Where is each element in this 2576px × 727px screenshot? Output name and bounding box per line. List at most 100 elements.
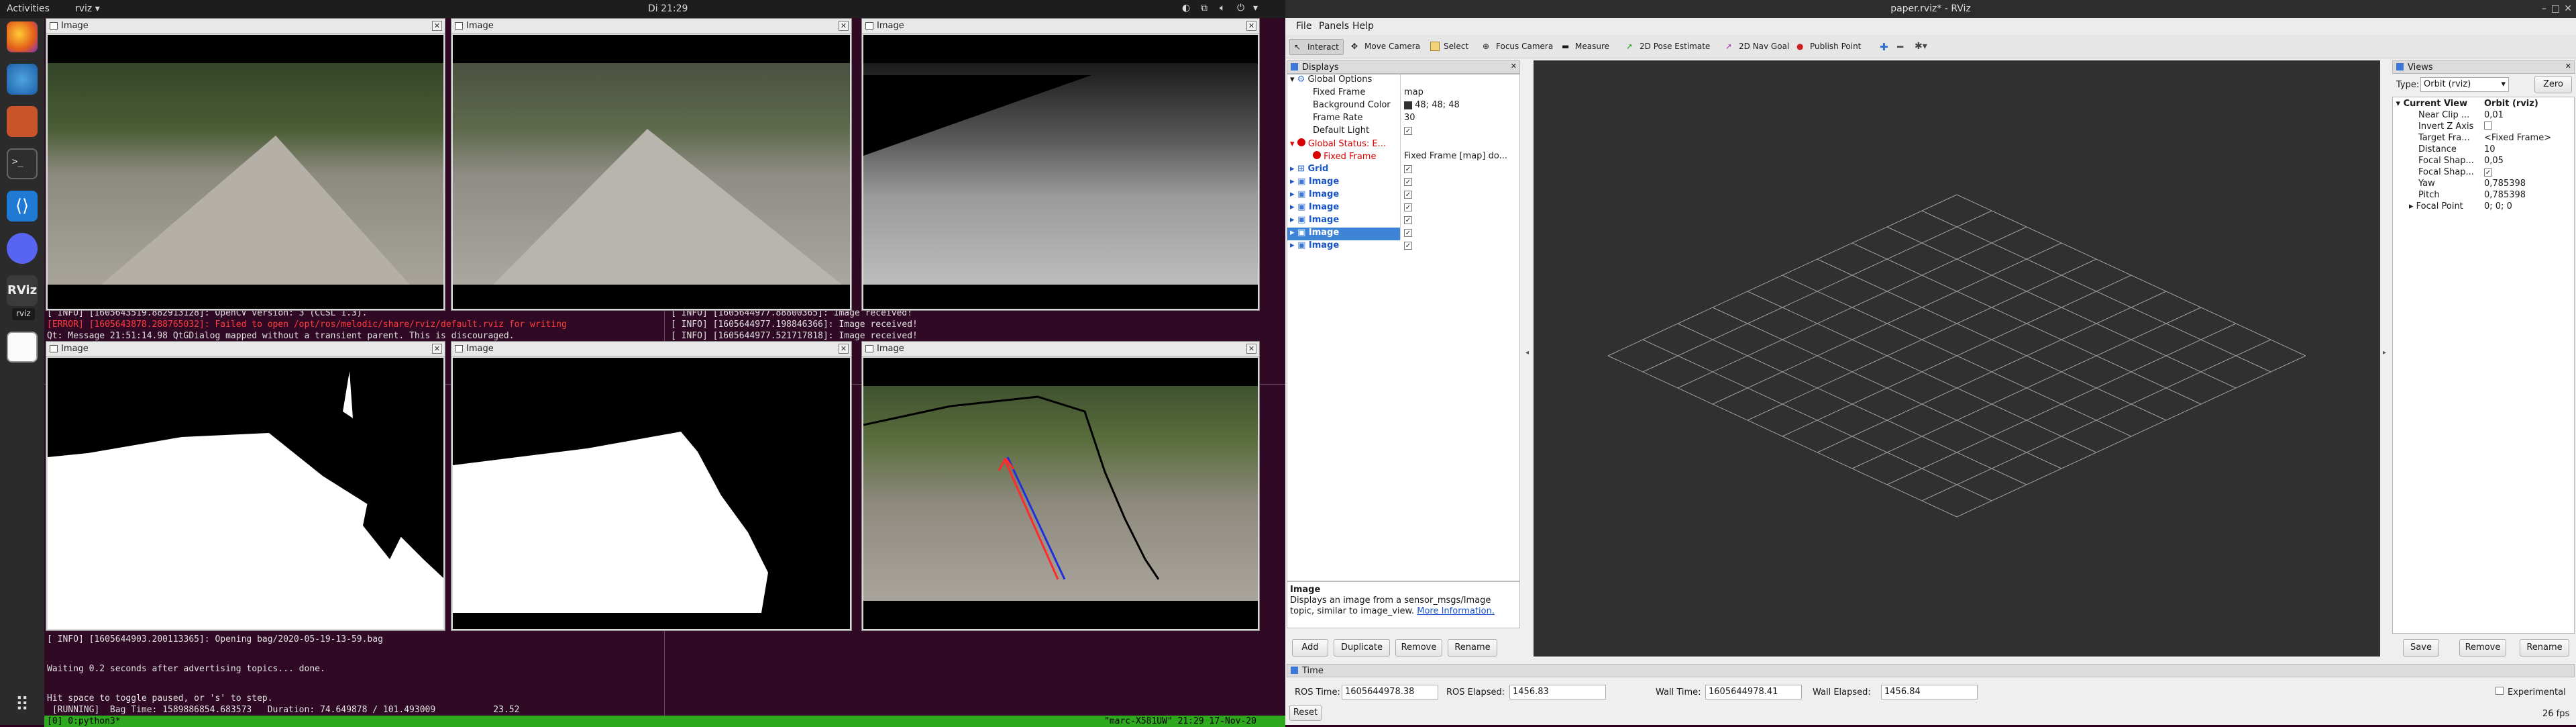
default-light-checkbox[interactable]: ✓ — [1404, 126, 1412, 138]
close-icon[interactable]: ✕ — [2564, 3, 2572, 14]
remove-view-button[interactable]: Remove — [2459, 639, 2506, 657]
tree-row-image[interactable]: ▸ ▣ Image — [1290, 189, 1339, 202]
image-window-3[interactable]: Image ✕ — [861, 18, 1260, 311]
menu-help[interactable]: Help — [1352, 21, 1374, 32]
close-icon[interactable]: ✕ — [1246, 21, 1256, 31]
background-color-value[interactable]: 48; 48; 48 — [1404, 100, 1460, 113]
window-titlebar[interactable]: Image ✕ — [451, 19, 851, 34]
image-window-5[interactable]: Image ✕ — [451, 341, 852, 631]
tree-row-background-color[interactable]: Background Color — [1313, 100, 1391, 113]
tree-row-fixed-frame-error[interactable]: Fixed Frame — [1313, 151, 1376, 164]
tree-row-global-status[interactable]: ▾ Global Status: E... — [1290, 138, 1386, 151]
window-titlebar[interactable]: Image ✕ — [862, 19, 1259, 34]
ros-elapsed-field[interactable]: 1456.83 — [1509, 685, 1606, 699]
collapse-left-handle[interactable]: ◂ — [1525, 349, 1529, 356]
thunderbird-icon[interactable] — [7, 64, 38, 95]
window-titlebar[interactable]: Image ✕ — [46, 19, 445, 34]
tool-options-icon[interactable]: ✱▾ — [1915, 41, 1927, 52]
image-window-2[interactable]: Image ✕ — [451, 18, 852, 311]
close-icon[interactable]: ✕ — [1246, 344, 1256, 354]
image-enable-checkbox[interactable]: ✓ — [1404, 202, 1412, 215]
tool-publish-point[interactable]: ● Publish Point — [1792, 39, 1865, 55]
window-titlebar[interactable]: Image ✕ — [46, 342, 445, 356]
tree-row-frame-rate[interactable]: Frame Rate — [1313, 113, 1362, 126]
add-button[interactable]: Add — [1292, 639, 1328, 657]
app-menu[interactable]: rviz ▾ — [75, 3, 100, 14]
tool-focus-camera[interactable]: ⊕ Focus Camera — [1479, 39, 1557, 55]
power-icon[interactable]: ⏻ — [1237, 3, 1244, 13]
discord-tray-icon[interactable]: ◐ — [1182, 3, 1190, 13]
tree-row-image-selected[interactable]: ▸ ▣ Image — [1290, 228, 1339, 240]
collapse-right-handle[interactable]: ▸ — [2383, 349, 2386, 356]
fixed-frame-value[interactable]: map — [1404, 87, 1424, 100]
displays-tree[interactable]: ▾ ⚙ Global Options Fixed Frame map Backg… — [1287, 74, 1520, 581]
remove-button[interactable]: Remove — [1395, 639, 1442, 657]
tree-row-image[interactable]: ▸ ▣ Image — [1290, 177, 1339, 189]
tree-row-grid[interactable]: ▸ ⊞ Grid — [1290, 164, 1328, 177]
discord-icon[interactable] — [7, 233, 38, 264]
close-icon[interactable]: ✕ — [2565, 62, 2571, 70]
tree-row-default-light[interactable]: Default Light — [1313, 126, 1369, 138]
system-menu-icon[interactable]: ▾ — [1253, 3, 1258, 13]
displays-panel-header[interactable]: Displays ✕ — [1287, 60, 1520, 74]
time-panel-header[interactable]: Time — [1287, 664, 2575, 677]
close-icon[interactable]: ✕ — [1511, 62, 1517, 70]
image-enable-checkbox[interactable]: ✓ — [1404, 228, 1412, 240]
frame-rate-value[interactable]: 30 — [1404, 113, 1415, 126]
activities-button[interactable]: Activities — [7, 3, 50, 14]
close-icon[interactable]: ✕ — [432, 344, 442, 354]
tool-2d-pose-estimate[interactable]: ➚ 2D Pose Estimate — [1622, 39, 1714, 55]
more-information-link[interactable]: More Information. — [1417, 606, 1495, 616]
tree-row-image[interactable]: ▸ ▣ Image — [1290, 240, 1339, 253]
rename-button[interactable]: Rename — [1448, 639, 1497, 657]
maximize-icon[interactable]: □ — [2551, 3, 2560, 14]
views-panel-header[interactable]: Views ✕ — [2392, 60, 2575, 74]
image-window-6[interactable]: Image ✕ — [861, 341, 1260, 631]
tree-row-fixed-frame[interactable]: Fixed Frame — [1313, 87, 1365, 100]
grid-enable-checkbox[interactable]: ✓ — [1404, 164, 1412, 177]
tree-row-image[interactable]: ▸ ▣ Image — [1290, 215, 1339, 228]
rviz-icon[interactable]: RViz — [7, 275, 38, 306]
tool-move-camera[interactable]: ✥ Move Camera — [1347, 39, 1424, 55]
vscode-icon[interactable]: ⟨⟩ — [7, 191, 38, 222]
reset-button[interactable]: Reset — [1289, 705, 1322, 721]
tool-measure[interactable]: ▬ Measure — [1558, 39, 1613, 55]
files-icon[interactable] — [7, 106, 38, 137]
tree-row-image[interactable]: ▸ ▣ Image — [1290, 202, 1339, 215]
experimental-checkbox[interactable] — [2496, 687, 2504, 697]
text-editor-icon[interactable] — [7, 332, 38, 362]
tool-2d-nav-goal[interactable]: ➚ 2D Nav Goal — [1721, 39, 1793, 55]
image-enable-checkbox[interactable]: ✓ — [1404, 177, 1412, 189]
window-titlebar[interactable]: Image ✕ — [862, 342, 1259, 356]
close-icon[interactable]: ✕ — [839, 344, 849, 354]
wall-elapsed-field[interactable]: 1456.84 — [1881, 685, 1978, 699]
tool-interact[interactable]: ↖ Interact — [1289, 39, 1344, 55]
menu-file[interactable]: File — [1296, 21, 1311, 32]
image-window-4[interactable]: Image ✕ — [46, 341, 445, 631]
view-type-select[interactable]: Orbit (rviz) ▾ — [2420, 77, 2509, 92]
views-tree[interactable]: ▾ Current View Orbit (rviz) Near Clip ..… — [2392, 97, 2575, 634]
minimize-icon[interactable]: – — [2542, 3, 2546, 14]
zero-button[interactable]: Zero — [2534, 76, 2572, 93]
tool-select[interactable]: Select — [1426, 39, 1472, 55]
rename-view-button[interactable]: Rename — [2520, 639, 2569, 657]
network-icon[interactable]: ⧉ — [1201, 3, 1208, 13]
focal-point-value[interactable]: 0; 0; 0 — [2484, 201, 2512, 214]
wall-time-field[interactable]: 1605644978.41 — [1705, 685, 1802, 699]
window-titlebar[interactable]: Image ✕ — [451, 342, 851, 356]
add-tool-icon[interactable]: ✚ — [1880, 41, 1888, 53]
menu-panels[interactable]: Panels — [1319, 21, 1349, 32]
terminal-icon[interactable]: >_ — [7, 148, 38, 179]
show-apps-icon[interactable]: ⠿ — [7, 689, 38, 720]
close-icon[interactable]: ✕ — [432, 21, 442, 31]
3d-viewport[interactable] — [1534, 60, 2380, 657]
ros-time-field[interactable]: 1605644978.38 — [1342, 685, 1438, 699]
close-icon[interactable]: ✕ — [839, 21, 849, 31]
save-view-button[interactable]: Save — [2403, 639, 2439, 657]
image-enable-checkbox[interactable]: ✓ — [1404, 215, 1412, 228]
remove-tool-icon[interactable]: ━ — [1897, 41, 1903, 53]
firefox-icon[interactable] — [7, 21, 38, 52]
tree-row-global-options[interactable]: ▾ ⚙ Global Options — [1290, 75, 1372, 87]
image-enable-checkbox[interactable]: ✓ — [1404, 189, 1412, 202]
image-enable-checkbox[interactable]: ✓ — [1404, 240, 1412, 253]
